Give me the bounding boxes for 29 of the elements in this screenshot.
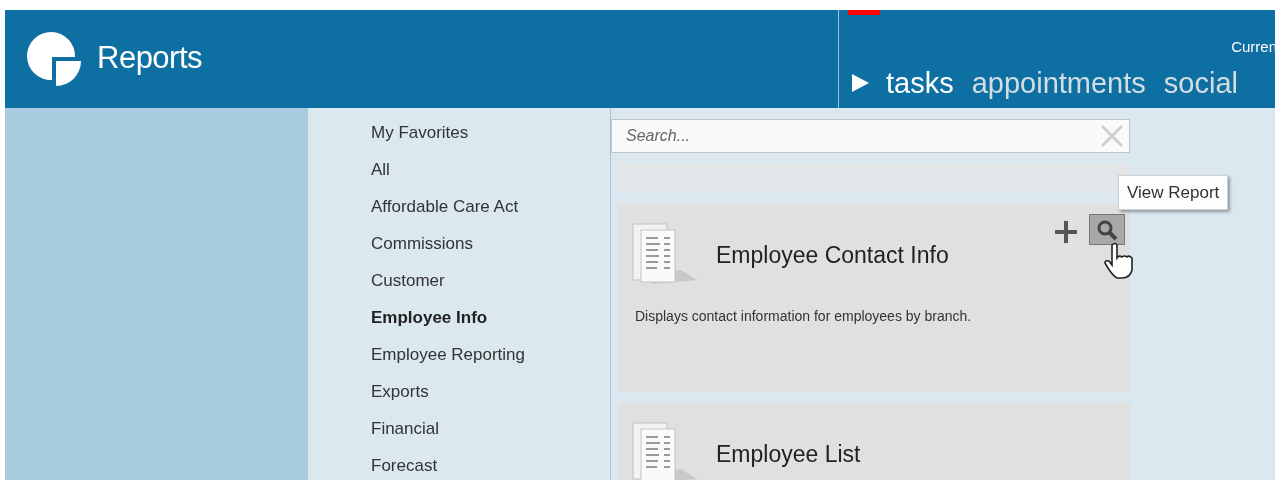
category-link[interactable]: Employee Reporting bbox=[371, 341, 526, 368]
category-link[interactable]: Affordable Care Act bbox=[371, 193, 519, 220]
triangle-icon bbox=[852, 73, 870, 94]
nav-link[interactable]: social bbox=[1163, 61, 1238, 105]
category-link[interactable]: All bbox=[371, 156, 390, 183]
report-title[interactable]: Employee List bbox=[716, 436, 861, 472]
add-icon[interactable] bbox=[1054, 220, 1078, 244]
logo-icon bbox=[25, 30, 83, 88]
tooltip: View Report bbox=[1118, 175, 1229, 210]
document-icon bbox=[631, 222, 697, 284]
category-link[interactable]: Employee Info bbox=[371, 304, 488, 331]
document-icon bbox=[631, 421, 697, 480]
category-link[interactable]: Customer bbox=[371, 267, 445, 294]
report-card[interactable]: Employee List bbox=[618, 403, 1130, 480]
view-report-button[interactable] bbox=[1089, 214, 1125, 245]
category-link[interactable]: My Favorites bbox=[371, 119, 469, 146]
report-card[interactable]: Employee Contact Info Displays contact information for employees by branch. bbox=[618, 204, 1130, 391]
nav-link[interactable]: appointments bbox=[971, 61, 1146, 105]
search-field[interactable]: Search... bbox=[611, 119, 1130, 153]
category-link[interactable]: Exports bbox=[371, 378, 429, 405]
category-link[interactable]: Commissions bbox=[371, 230, 474, 257]
category-link[interactable]: Forecast bbox=[371, 452, 438, 479]
notification-marker bbox=[848, 10, 880, 15]
hand-cursor-icon bbox=[1102, 242, 1136, 280]
report-description: Displays contact information for employees by branch. bbox=[634, 307, 973, 326]
category-link[interactable]: Financial bbox=[371, 415, 440, 442]
nav-link[interactable]: tasks bbox=[886, 61, 954, 105]
report-title[interactable]: Employee Contact Info bbox=[716, 237, 949, 273]
page-title: Reports bbox=[97, 38, 203, 77]
